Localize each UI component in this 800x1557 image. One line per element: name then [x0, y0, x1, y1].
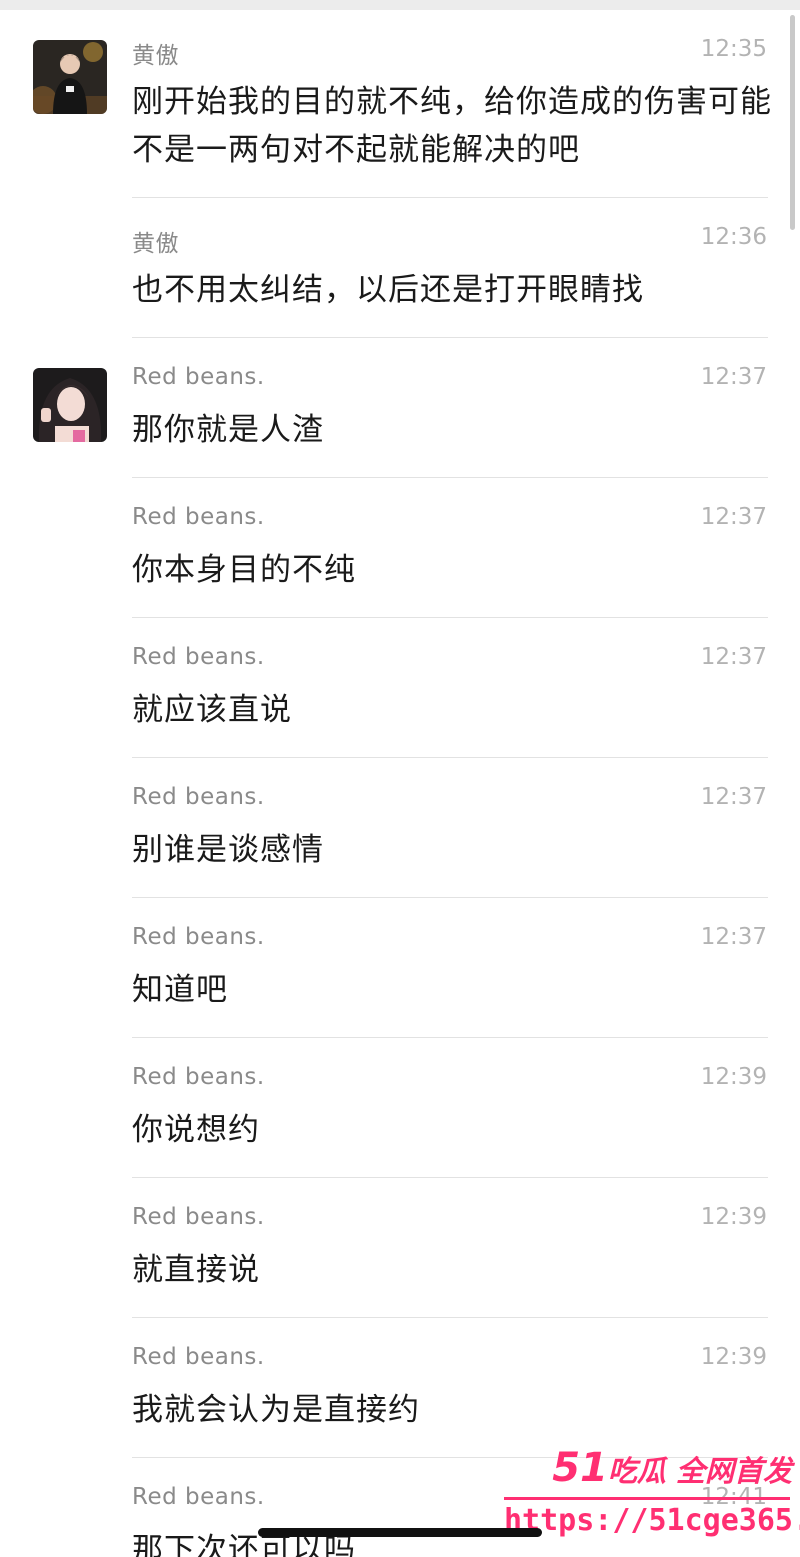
- watermark-url: https://51cge365.com: [504, 1503, 800, 1538]
- message-text: 刚开始我的目的就不纯，给你造成的伤害可能不是一两句对不起就能解决的吧: [132, 84, 772, 168]
- sender-name: Red beans.: [132, 364, 265, 390]
- message-item[interactable]: 黄傲 12:36 也不用太纠结，以后还是打开眼睛找: [0, 198, 800, 338]
- message-time: 12:37: [700, 364, 767, 390]
- sender-name: Red beans.: [132, 924, 265, 950]
- message-item[interactable]: Red beans. 12:37 知道吧: [0, 898, 800, 1038]
- avatar[interactable]: [33, 368, 107, 442]
- watermark-brand: 51吃瓜 全网首发: [552, 1445, 792, 1491]
- sender-name: Red beans.: [132, 1344, 265, 1370]
- message-text: 也不用太纠结，以后还是打开眼睛找: [132, 272, 644, 308]
- sender-name: 黄傲: [132, 43, 179, 69]
- watermark-brand-text: 吃瓜 全网首发: [607, 1454, 792, 1488]
- message-time: 12:36: [700, 224, 767, 250]
- watermark-number: 51: [552, 1445, 608, 1491]
- sender-name: Red beans.: [132, 784, 265, 810]
- message-list[interactable]: 黄傲 12:35 刚开始我的目的就不纯，给你造成的伤害可能不是一两句对不起就能解…: [0, 10, 800, 1557]
- message-text: 知道吧: [132, 972, 228, 1008]
- message-item[interactable]: Red beans. 12:39 就直接说: [0, 1178, 800, 1318]
- watermark-divider-line: [504, 1497, 790, 1500]
- message-item[interactable]: Red beans. 12:37 你本身目的不纯: [0, 478, 800, 618]
- message-text: 别谁是谈感情: [132, 832, 324, 868]
- message-text: 你说想约: [132, 1112, 260, 1148]
- top-bar-strip: [0, 0, 800, 10]
- message-item[interactable]: Red beans. 12:37 别谁是谈感情: [0, 758, 800, 898]
- chat-history-page: 黄傲 12:35 刚开始我的目的就不纯，给你造成的伤害可能不是一两句对不起就能解…: [0, 0, 800, 1557]
- message-time: 12:39: [700, 1064, 767, 1090]
- message-time: 12:37: [700, 644, 767, 670]
- message-text: 我就会认为是直接约: [132, 1392, 420, 1428]
- message-text: 就应该直说: [132, 692, 292, 728]
- sender-name: Red beans.: [132, 1484, 265, 1510]
- message-text: 你本身目的不纯: [132, 552, 356, 588]
- message-item[interactable]: Red beans. 12:37 那你就是人渣: [0, 338, 800, 478]
- home-indicator[interactable]: [258, 1528, 542, 1537]
- message-time: 12:35: [700, 36, 767, 62]
- watermark: 51吃瓜 全网首发 https://51cge365.com: [498, 1445, 800, 1550]
- message-time: 12:37: [700, 784, 767, 810]
- message-item[interactable]: Red beans. 12:39 你说想约: [0, 1038, 800, 1178]
- message-time: 12:37: [700, 504, 767, 530]
- message-text: 就直接说: [132, 1252, 260, 1288]
- sender-name: Red beans.: [132, 644, 265, 670]
- scrollbar[interactable]: [790, 15, 795, 230]
- message-time: 12:39: [700, 1344, 767, 1370]
- message-item[interactable]: Red beans. 12:37 就应该直说: [0, 618, 800, 758]
- sender-name: Red beans.: [132, 1204, 265, 1230]
- message-item[interactable]: 黄傲 12:35 刚开始我的目的就不纯，给你造成的伤害可能不是一两句对不起就能解…: [0, 10, 800, 198]
- message-time: 12:39: [700, 1204, 767, 1230]
- message-time: 12:37: [700, 924, 767, 950]
- sender-name: Red beans.: [132, 504, 265, 530]
- message-text: 那你就是人渣: [132, 412, 324, 448]
- sender-name: 黄傲: [132, 231, 179, 257]
- message-item[interactable]: Red beans. 12:39 我就会认为是直接约: [0, 1318, 800, 1458]
- avatar[interactable]: [33, 40, 107, 114]
- sender-name: Red beans.: [132, 1064, 265, 1090]
